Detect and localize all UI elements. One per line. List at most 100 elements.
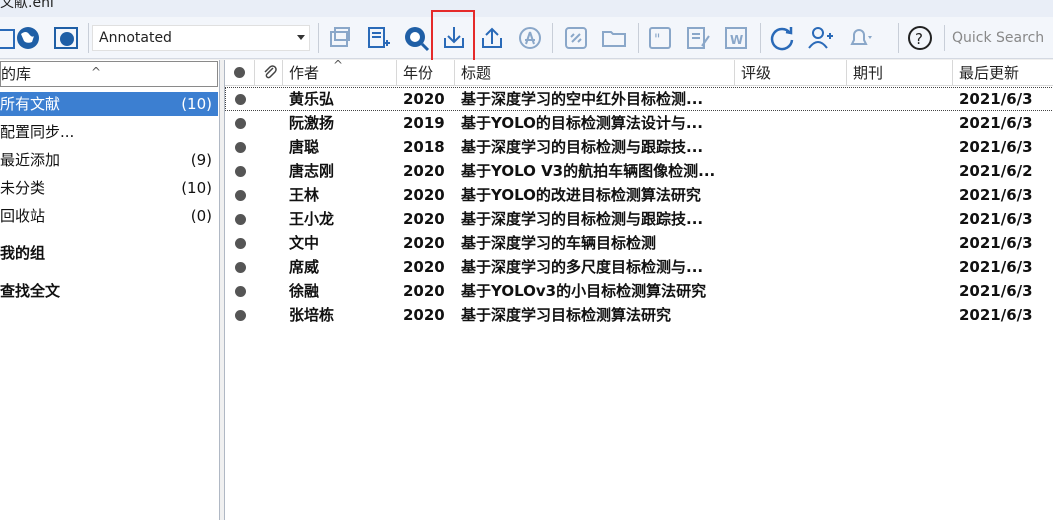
row-updated: 2021/6/3: [959, 90, 1033, 108]
svg-text:": ": [654, 32, 660, 48]
group-all-references[interactable]: 所有文献 (10): [0, 92, 218, 116]
row-author: 黄乐弘: [289, 90, 335, 108]
col-title-label: 标题: [461, 64, 492, 82]
row-title: 基于YOLOv3的小目标检测算法研究: [461, 282, 707, 300]
toolbar-separator: [88, 23, 89, 53]
row-title: 基于YOLO的目标检测算法设计与...: [461, 114, 703, 132]
sync-icon[interactable]: [766, 22, 798, 54]
row-author: 王小龙: [289, 210, 335, 228]
read-status-icon: [235, 238, 246, 249]
output-style-select[interactable]: Annotated: [92, 25, 310, 51]
group-count: (10): [181, 179, 212, 197]
row-year: 2020: [403, 282, 445, 300]
group-trash[interactable]: 回收站 (0): [0, 204, 218, 228]
table-row[interactable]: 文中 2020 基于深度学习的车辆目标检测 2021/6/3: [225, 231, 1053, 255]
activity-feed-icon[interactable]: [844, 22, 876, 54]
row-title: 基于深度学习的目标检测与跟踪技...: [461, 210, 704, 228]
new-reference-icon[interactable]: [362, 22, 394, 54]
row-author: 唐志刚: [289, 162, 335, 180]
group-label: 所有文献: [0, 95, 61, 113]
row-year: 2019: [403, 114, 445, 132]
row-updated: 2021/6/3: [959, 234, 1033, 252]
row-updated: 2021/6/3: [959, 138, 1033, 156]
open-link-icon[interactable]: [560, 22, 592, 54]
online-search-mode-icon[interactable]: [12, 22, 44, 54]
insert-citation-icon[interactable]: ": [644, 22, 676, 54]
table-row[interactable]: 唐志刚 2020 基于YOLO V3的航拍车辆图像检测... 2021/6/2: [225, 159, 1053, 183]
row-updated: 2021/6/3: [959, 114, 1033, 132]
col-last-updated[interactable]: 最后更新: [953, 60, 1053, 86]
return-to-word-icon[interactable]: W: [720, 22, 752, 54]
row-year: 2020: [403, 186, 445, 204]
section-my-groups[interactable]: 我的组: [0, 242, 45, 263]
row-title: 基于深度学习的车辆目标检测: [461, 234, 657, 252]
col-year[interactable]: 年份: [397, 60, 455, 86]
online-search-icon[interactable]: [400, 22, 432, 54]
format-bibliography-icon[interactable]: [682, 22, 714, 54]
col-read-status[interactable]: [225, 60, 255, 86]
sort-caret-icon: ^: [333, 58, 344, 72]
table-row[interactable]: 黄乐弘 2020 基于深度学习的空中红外目标检测... 2021/6/3: [225, 87, 1053, 111]
quick-search-placeholder: Quick Search: [952, 30, 1045, 46]
col-year-label: 年份: [403, 64, 434, 82]
row-author: 王林: [289, 186, 320, 204]
open-file-icon[interactable]: [598, 22, 630, 54]
read-status-icon: [235, 94, 246, 105]
chevron-down-icon: [297, 35, 305, 40]
import-button-highlight: [431, 10, 475, 66]
table-row[interactable]: 席威 2020 基于深度学习的多尺度目标检测与... 2021/6/3: [225, 255, 1053, 279]
group-label: 最近添加: [0, 151, 61, 169]
row-year: 2020: [403, 258, 445, 276]
row-year: 2020: [403, 306, 445, 324]
sort-caret-icon: ^: [91, 65, 102, 79]
quick-search-input[interactable]: Quick Search: [944, 25, 1053, 51]
table-row[interactable]: 张培栋 2020 基于深度学习目标检测算法研究 2021/6/3: [225, 303, 1053, 327]
col-title[interactable]: 标题: [455, 60, 735, 86]
table-row[interactable]: 徐融 2020 基于YOLOv3的小目标检测算法研究 2021/6/3: [225, 279, 1053, 303]
row-updated: 2021/6/2: [959, 162, 1033, 180]
table-row[interactable]: 阮激扬 2019 基于YOLO的目标检测算法设计与... 2021/6/3: [225, 111, 1053, 135]
toolbar-separator: [898, 23, 899, 53]
toolbar-separator: [552, 23, 553, 53]
group-unfiled[interactable]: 未分类 (10): [0, 176, 218, 200]
section-find-full-text[interactable]: 查找全文: [0, 280, 60, 301]
read-status-icon: [235, 118, 246, 129]
col-attachment[interactable]: [255, 60, 283, 86]
copy-to-group-icon[interactable]: [324, 22, 356, 54]
library-header[interactable]: 的库 ^: [0, 61, 218, 87]
row-title: 基于深度学习的目标检测与跟踪技...: [461, 138, 704, 156]
library-header-label: 的库: [1, 65, 32, 83]
read-status-icon: [234, 67, 245, 78]
table-row[interactable]: 王林 2020 基于YOLO的改进目标检测算法研究 2021/6/3: [225, 183, 1053, 207]
group-label: 配置同步...: [0, 123, 75, 141]
row-author: 席威: [289, 258, 320, 276]
row-author: 文中: [289, 234, 320, 252]
group-configure-sync[interactable]: 配置同步...: [0, 120, 218, 144]
col-author[interactable]: 作者 ^: [283, 58, 397, 86]
toolbar: Annotated " W ? Quick Search: [0, 17, 1053, 59]
table-row[interactable]: 唐聪 2018 基于深度学习的目标检测与跟踪技... 2021/6/3: [225, 135, 1053, 159]
export-icon[interactable]: [476, 22, 508, 54]
integrated-mode-icon[interactable]: [50, 22, 82, 54]
col-journal-label: 期刊: [853, 64, 884, 82]
row-updated: 2021/6/3: [959, 186, 1033, 204]
col-rating[interactable]: 评级: [735, 60, 847, 86]
row-author: 唐聪: [289, 138, 320, 156]
group-label: 回收站: [0, 207, 46, 225]
group-recently-added[interactable]: 最近添加 (9): [0, 148, 218, 172]
svg-text:W: W: [730, 33, 743, 47]
col-journal[interactable]: 期刊: [847, 60, 953, 86]
share-library-icon[interactable]: [804, 22, 836, 54]
row-updated: 2021/6/3: [959, 210, 1033, 228]
window-title-bar: 文献.enl: [0, 0, 1053, 17]
read-status-icon: [235, 142, 246, 153]
table-row[interactable]: 王小龙 2020 基于深度学习的目标检测与跟踪技... 2021/6/3: [225, 207, 1053, 231]
group-count: (0): [190, 207, 212, 225]
col-last-updated-label: 最后更新: [959, 64, 1020, 82]
output-style-value: Annotated: [99, 30, 172, 46]
find-full-text-icon[interactable]: [514, 22, 546, 54]
help-icon[interactable]: ?: [904, 22, 936, 54]
row-year: 2020: [403, 234, 445, 252]
group-count: (9): [190, 151, 212, 169]
window-title: 文献.enl: [0, 0, 54, 11]
